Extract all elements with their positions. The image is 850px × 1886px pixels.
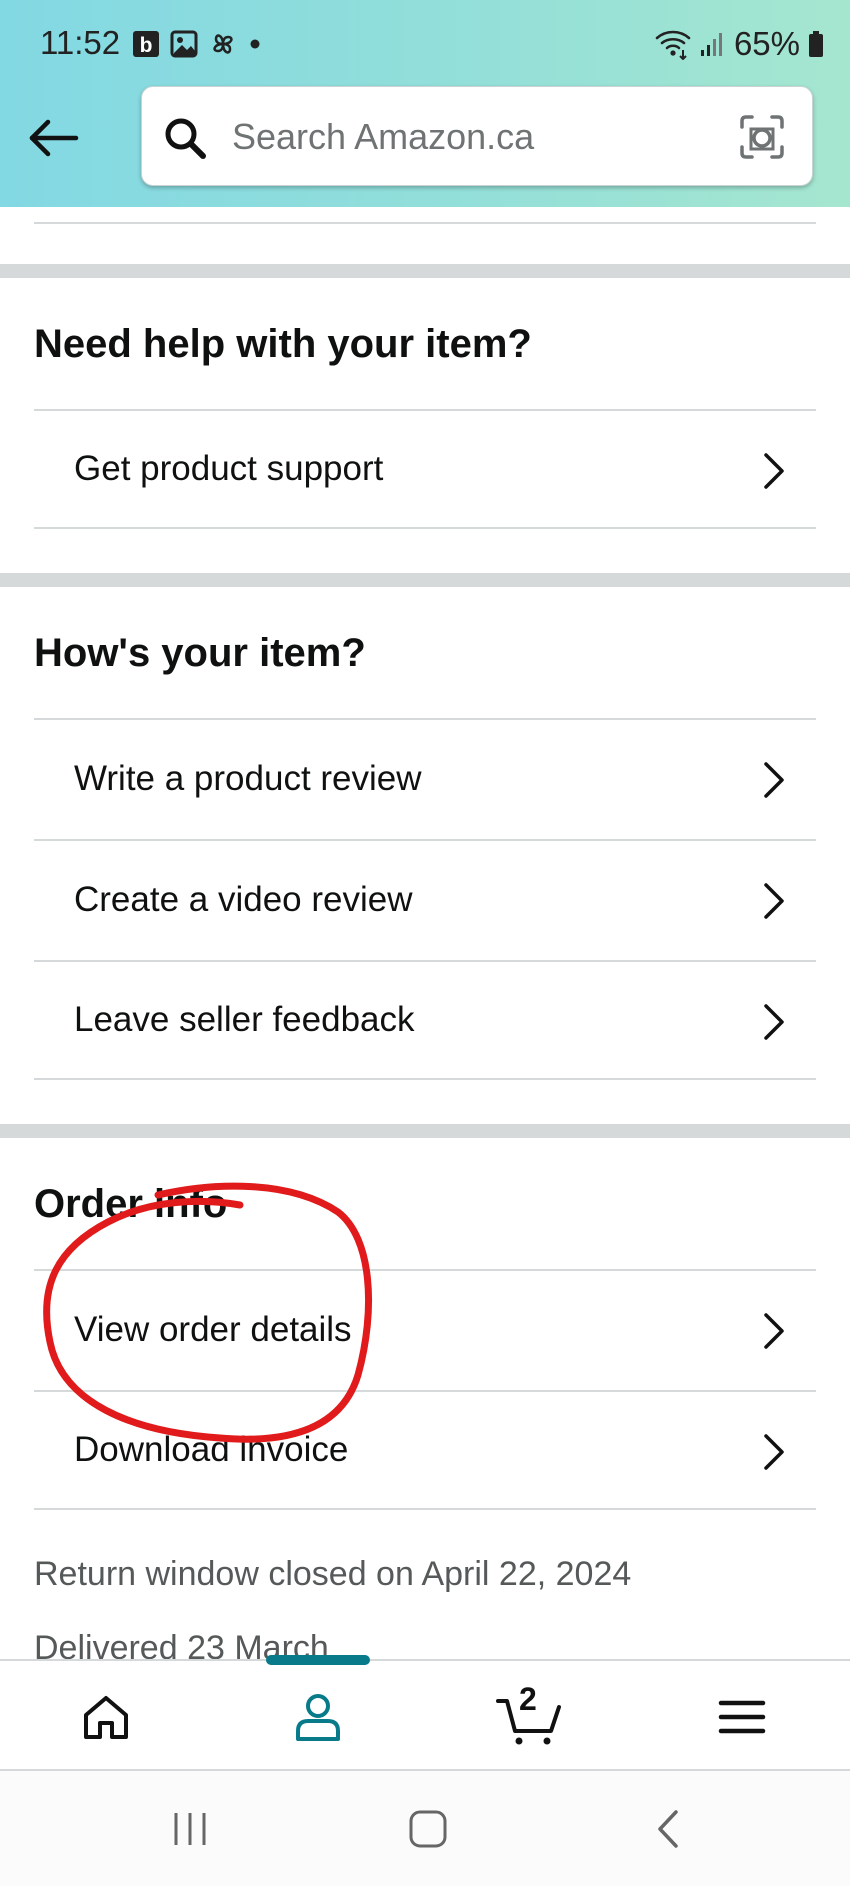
back-arrow-icon <box>29 119 79 157</box>
row-label: View order details <box>74 1310 352 1349</box>
cart-count-badge: 2 <box>519 1681 537 1717</box>
search-bar[interactable] <box>141 86 813 186</box>
search-icon <box>165 118 206 159</box>
row-label: Get product support <box>74 449 384 488</box>
android-system-nav <box>0 1771 850 1886</box>
home-system-button[interactable] <box>398 1805 458 1853</box>
signal-icon <box>700 30 726 58</box>
status-time: 11:52 <box>40 24 121 61</box>
write-review-row[interactable]: Write a product review <box>34 718 816 838</box>
section-separator <box>0 573 850 587</box>
order-info-section-title: Order info <box>34 1182 228 1226</box>
status-bar: 11:52 b 65% <box>0 0 850 84</box>
chevron-right-icon <box>764 762 784 798</box>
review-section-title: How's your item? <box>34 631 366 675</box>
chevron-right-icon <box>764 883 784 919</box>
get-product-support-row[interactable]: Get product support <box>34 409 816 529</box>
section-separator <box>0 1124 850 1138</box>
home-square-icon <box>409 1810 447 1848</box>
recent-apps-icon <box>174 1813 206 1845</box>
section-separator <box>0 264 850 278</box>
download-invoice-row[interactable]: Download invoice <box>34 1390 816 1510</box>
return-window-text: Return window closed on April 22, 2024 <box>34 1555 632 1593</box>
wifi-icon <box>654 28 692 60</box>
dot-icon <box>248 37 262 51</box>
back-button[interactable] <box>26 110 82 166</box>
chevron-right-icon <box>764 1004 784 1040</box>
back-chevron-icon <box>658 1810 678 1848</box>
battery-icon <box>808 30 824 58</box>
camera-search-icon[interactable] <box>738 113 786 161</box>
back-system-button[interactable] <box>638 1805 698 1853</box>
order-page-content: Need help with your item? Get product su… <box>0 207 850 1659</box>
pinwheel-icon <box>208 29 238 59</box>
view-order-details-row[interactable]: View order details <box>34 1269 816 1389</box>
row-label: Write a product review <box>74 759 422 798</box>
create-video-review-row[interactable]: Create a video review <box>34 839 816 959</box>
gallery-icon <box>170 30 198 58</box>
chevron-right-icon <box>764 1434 784 1470</box>
chevron-right-icon <box>764 453 784 489</box>
bottom-navigation: 2 <box>0 1655 850 1773</box>
row-label: Download invoice <box>74 1430 349 1469</box>
nav-cart[interactable]: 2 <box>424 1661 636 1773</box>
account-icon <box>296 1694 340 1741</box>
app-header: 11:52 b 65% <box>0 0 850 207</box>
battery-percent: 65% <box>733 25 800 62</box>
leave-seller-feedback-row[interactable]: Leave seller feedback <box>34 960 816 1080</box>
chevron-right-icon <box>764 1313 784 1349</box>
nav-home[interactable] <box>0 1661 212 1773</box>
row-label: Create a video review <box>74 880 413 919</box>
status-right: 65% <box>654 24 824 64</box>
home-icon <box>84 1696 128 1739</box>
divider <box>34 222 816 224</box>
row-label: Leave seller feedback <box>74 1000 415 1039</box>
nav-menu[interactable] <box>636 1661 848 1773</box>
search-input[interactable] <box>232 109 672 165</box>
nav-account[interactable] <box>212 1661 424 1773</box>
b-app-icon: b <box>132 30 160 58</box>
menu-icon <box>718 1700 766 1734</box>
help-section-title: Need help with your item? <box>34 322 532 366</box>
svg-text:b: b <box>140 34 153 57</box>
status-notification-icons: b <box>132 28 262 60</box>
recent-apps-button[interactable] <box>160 1805 220 1853</box>
